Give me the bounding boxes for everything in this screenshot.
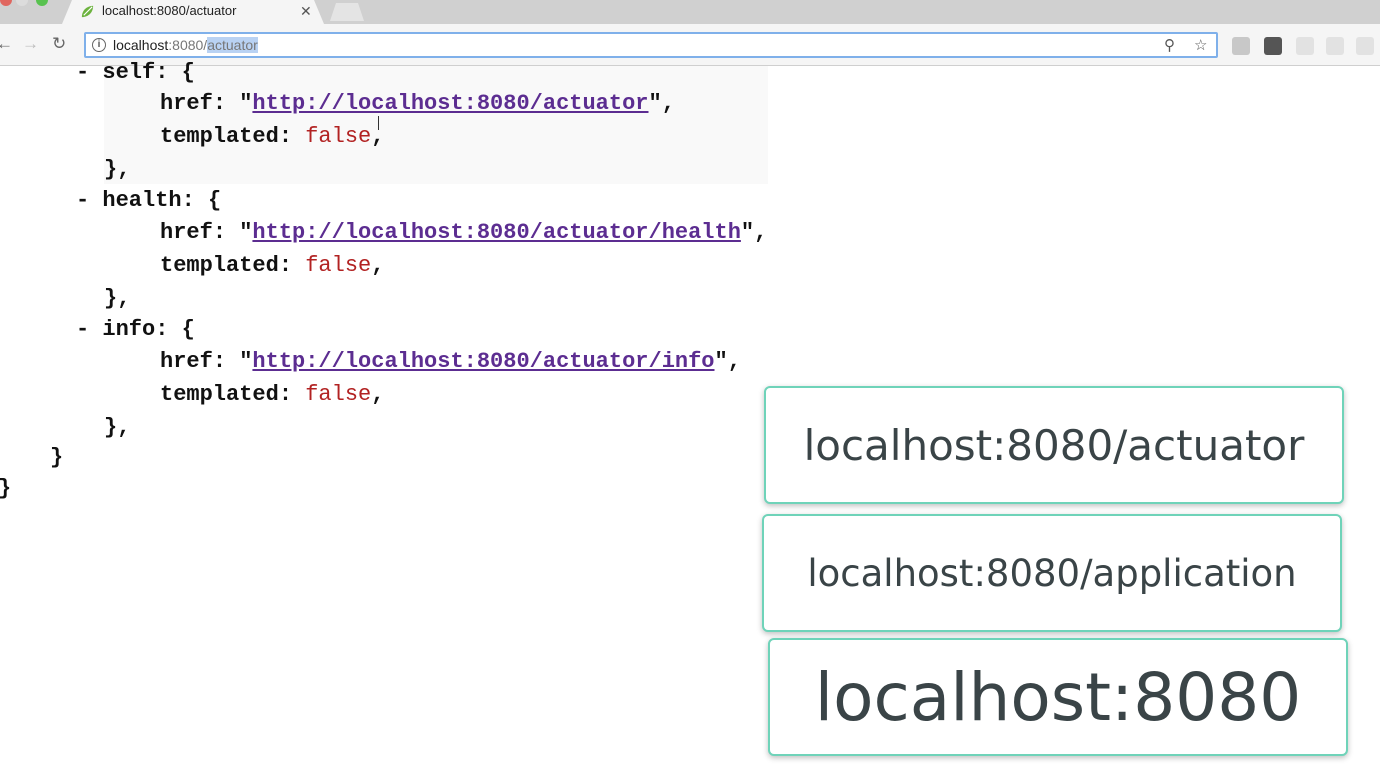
json-templated-row: templated: false, <box>160 382 385 407</box>
extension-3-icon[interactable] <box>1296 37 1314 55</box>
extension-5-icon[interactable] <box>1356 37 1374 55</box>
json-close-brace: } <box>50 445 64 470</box>
zoom-icon[interactable]: ⚲ <box>1164 36 1175 54</box>
new-tab-button[interactable] <box>330 3 364 21</box>
url-path-selected: actuator <box>207 37 258 53</box>
tab-strip: localhost:8080/actuator ✕ <box>0 0 1380 24</box>
overlay-card-application: localhost:8080/application <box>762 514 1342 632</box>
url-port: :8080/ <box>168 37 208 53</box>
json-templated-row: templated: false, <box>160 253 385 278</box>
forward-arrow-icon[interactable]: → <box>22 33 39 55</box>
extension-2-icon[interactable] <box>1264 37 1282 55</box>
window-minimize-button[interactable] <box>16 0 28 6</box>
json-href-link[interactable]: http://localhost:8080/actuator <box>252 91 648 116</box>
extension-1-icon[interactable] <box>1232 37 1250 55</box>
collapse-toggle[interactable]: - <box>76 188 89 213</box>
url-host: localhost <box>113 37 169 53</box>
window-close-button[interactable] <box>0 0 12 6</box>
json-close-brace: } <box>0 476 11 502</box>
collapse-toggle[interactable]: - <box>76 317 89 342</box>
json-href-row: href: "http://localhost:8080/actuator/he… <box>160 220 768 245</box>
text-cursor <box>378 116 380 130</box>
json-href-link[interactable]: http://localhost:8080/actuator/health <box>252 220 740 245</box>
json-link-health: - health: { <box>76 188 222 213</box>
address-bar-url[interactable]: localhost:8080/actuator <box>113 37 258 53</box>
tab-title: localhost:8080/actuator <box>102 3 237 18</box>
json-boolean-value: false <box>305 124 372 149</box>
extension-4-icon[interactable] <box>1326 37 1344 55</box>
window-zoom-button[interactable] <box>36 0 48 6</box>
json-href-row: href: "http://localhost:8080/actuator/in… <box>160 349 741 374</box>
back-arrow-icon[interactable]: ← <box>0 33 13 55</box>
tab-close-icon[interactable]: ✕ <box>300 2 312 20</box>
json-close-brace: }, <box>104 415 131 440</box>
info-icon[interactable]: i <box>92 38 106 52</box>
overlay-card-actuator: localhost:8080/actuator <box>764 386 1344 504</box>
json-link-self: - self: { <box>76 60 195 85</box>
spring-leaf-icon <box>81 5 94 18</box>
json-close-brace: }, <box>104 286 131 311</box>
json-templated-row: templated: false, <box>160 124 385 149</box>
overlay-card-root: localhost:8080 <box>768 638 1348 756</box>
collapse-toggle[interactable]: - <box>76 60 89 85</box>
json-href-row: href: "http://localhost:8080/actuator", <box>160 91 675 116</box>
json-boolean-value: false <box>305 253 372 278</box>
json-link-info: - info: { <box>76 317 195 342</box>
bookmark-star-icon[interactable]: ☆ <box>1194 36 1207 54</box>
json-href-link[interactable]: http://localhost:8080/actuator/info <box>252 349 714 374</box>
reload-icon[interactable]: ↻ <box>52 33 66 55</box>
json-close-brace: }, <box>104 157 131 182</box>
address-bar[interactable]: i localhost:8080/actuator ⚲ ☆ <box>84 32 1218 58</box>
json-boolean-value: false <box>305 382 372 407</box>
